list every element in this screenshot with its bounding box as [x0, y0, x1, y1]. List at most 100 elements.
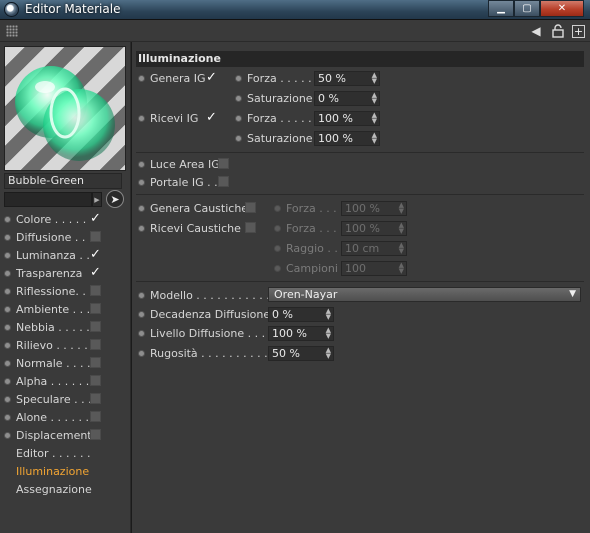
page-editor[interactable]: Editor . . . . . . — [4, 444, 128, 462]
channel-checkbox[interactable] — [90, 285, 101, 296]
genera-caustiche-checkbox[interactable] — [245, 202, 256, 213]
spinner-icon[interactable]: ▲ ▼ — [399, 222, 404, 235]
spinner-icon[interactable]: ▲ ▼ — [372, 92, 377, 105]
genera-forza-input[interactable]: 50 % ▲ ▼ — [314, 71, 380, 86]
channel-trasparenza[interactable]: Trasparenza ✓ — [4, 264, 128, 282]
ricevi-ig-checkbox[interactable]: ✓ — [206, 111, 217, 124]
radio-icon — [274, 224, 281, 232]
channel-ambiente[interactable]: Ambiente . . . . — [4, 300, 128, 318]
ricevi-saturazione-input[interactable]: 100 % ▲ ▼ — [314, 131, 380, 146]
channel-checkbox[interactable] — [90, 303, 101, 314]
saturazione-label: Saturazione — [247, 131, 313, 145]
channel-checkbox[interactable] — [90, 321, 101, 332]
modello-dropdown[interactable]: Oren-Nayar ▼ — [268, 287, 581, 302]
radio-icon — [138, 349, 145, 357]
rugosita-row: Rugosità . . . . . . . . . . . — [138, 344, 275, 362]
spinner-icon[interactable]: ▲ ▼ — [326, 327, 331, 340]
radio-icon — [4, 215, 11, 223]
decadenza-input[interactable]: 0 % ▲ ▼ — [268, 307, 334, 322]
page-illuminazione[interactable]: Illuminazione — [4, 462, 128, 480]
genera-saturazione-input[interactable]: 0 % ▲ ▼ — [314, 91, 380, 106]
bubble-preview-image — [15, 66, 115, 161]
section-title: Illuminazione — [136, 51, 584, 67]
channel-speculare[interactable]: Speculare . . . . — [4, 390, 128, 408]
channel-rilievo[interactable]: Rilievo . . . . . . — [4, 336, 128, 354]
radio-icon — [235, 114, 242, 122]
spinner-icon[interactable]: ▲ ▼ — [399, 262, 404, 275]
ricevi-caustiche-row[interactable]: Ricevi Caustiche — [138, 219, 241, 237]
channel-label: Speculare . . . . — [16, 392, 91, 406]
ricevi-saturazione-value: 100 % — [318, 132, 353, 145]
maximize-button[interactable]: ▢ — [514, 0, 540, 17]
channel-normale[interactable]: Normale . . . . . — [4, 354, 128, 372]
caustiche-campioni-input[interactable]: 100 ▲ ▼ — [341, 261, 407, 276]
portale-label: Portale IG . . — [150, 175, 218, 189]
channel-displacement[interactable]: Displacement — [4, 426, 128, 444]
radio-icon — [138, 329, 145, 337]
channel-colore[interactable]: Colore . . . . . ✓ — [4, 210, 128, 228]
spinner-icon[interactable]: ▲ ▼ — [399, 242, 404, 255]
picker-cursor-icon[interactable]: ➤ — [106, 190, 124, 208]
caustiche-ricevi-forza-row: Forza . . . . — [274, 219, 344, 237]
forza-label: Forza . . . . . — [247, 71, 312, 85]
channel-riflessione[interactable]: Riflessione. . . — [4, 282, 128, 300]
genera-caustiche-row[interactable]: Genera Caustiche — [138, 199, 248, 217]
channel-alpha[interactable]: Alpha . . . . . . — [4, 372, 128, 390]
spinner-icon[interactable]: ▲ ▼ — [326, 347, 331, 360]
ricevi-forza-input[interactable]: 100 % ▲ ▼ — [314, 111, 380, 126]
channel-diffusione[interactable]: Diffusione . . . — [4, 228, 128, 246]
genera-ig-row[interactable]: Genera IG — [138, 69, 206, 87]
channel-luminanza[interactable]: Luminanza . . ✓ — [4, 246, 128, 264]
channel-checkbox[interactable]: ✓ — [90, 266, 101, 279]
ricevi-ig-row[interactable]: Ricevi IG — [138, 109, 198, 127]
drag-grip-icon[interactable] — [6, 25, 18, 37]
channel-checkbox[interactable]: ✓ — [90, 212, 101, 225]
channel-checkbox[interactable] — [90, 375, 101, 386]
field-arrow-icon[interactable]: ▶ — [92, 192, 102, 207]
radio-icon — [4, 377, 11, 385]
new-panel-plus-icon[interactable]: + — [572, 24, 585, 38]
back-arrow-icon[interactable]: ◀ — [528, 23, 544, 39]
channel-nebbia[interactable]: Nebbia . . . . . . — [4, 318, 128, 336]
caustiche-raggio-input[interactable]: 10 cm ▲ ▼ — [341, 241, 407, 256]
channel-checkbox[interactable] — [90, 411, 101, 422]
channel-checkbox[interactable] — [90, 429, 101, 440]
radio-icon — [274, 204, 281, 212]
genera-ig-checkbox[interactable]: ✓ — [206, 71, 217, 84]
caustiche-campioni-value: 100 — [345, 262, 366, 275]
ricevi-forza-row: Forza . . . . . — [235, 109, 312, 127]
ricevi-caustiche-checkbox[interactable] — [245, 222, 256, 233]
caustiche-ricevi-forza-value: 100 % — [345, 222, 380, 235]
channel-label: Ambiente . . . . — [16, 302, 91, 316]
genera-forza-value: 50 % — [318, 72, 346, 85]
portale-checkbox[interactable] — [218, 176, 229, 187]
channel-checkbox[interactable] — [90, 393, 101, 404]
livello-input[interactable]: 100 % ▲ ▼ — [268, 326, 334, 341]
radio-icon — [235, 74, 242, 82]
toolbar-icons: ◀ + — [528, 23, 585, 39]
spinner-icon[interactable]: ▲ ▼ — [326, 308, 331, 321]
material-search-field[interactable] — [4, 192, 92, 207]
page-assegnazione[interactable]: Assegnazione — [4, 480, 128, 498]
channel-checkbox[interactable] — [90, 357, 101, 368]
spinner-icon[interactable]: ▲ ▼ — [372, 112, 377, 125]
lock-icon[interactable] — [550, 23, 566, 39]
caustiche-ricevi-forza-input[interactable]: 100 % ▲ ▼ — [341, 221, 407, 236]
caustiche-genera-forza-input[interactable]: 100 % ▲ ▼ — [341, 201, 407, 216]
close-button[interactable]: ✕ — [540, 0, 584, 17]
channel-checkbox[interactable] — [90, 339, 101, 350]
luce-area-checkbox[interactable] — [218, 158, 229, 169]
radio-icon — [4, 413, 11, 421]
spinner-icon[interactable]: ▲ ▼ — [372, 72, 377, 85]
luce-area-row[interactable]: Luce Area IG — [138, 155, 220, 173]
minimize-button[interactable]: ▁ — [488, 0, 514, 17]
channel-checkbox[interactable]: ✓ — [90, 248, 101, 261]
channel-checkbox[interactable] — [90, 231, 101, 242]
radio-icon — [4, 287, 11, 295]
material-preview[interactable] — [4, 46, 126, 171]
rugosita-input[interactable]: 50 % ▲ ▼ — [268, 346, 334, 361]
spinner-icon[interactable]: ▲ ▼ — [372, 132, 377, 145]
spinner-icon[interactable]: ▲ ▼ — [399, 202, 404, 215]
portale-row[interactable]: Portale IG . . — [138, 173, 218, 191]
channel-alone[interactable]: Alone . . . . . . . — [4, 408, 128, 426]
